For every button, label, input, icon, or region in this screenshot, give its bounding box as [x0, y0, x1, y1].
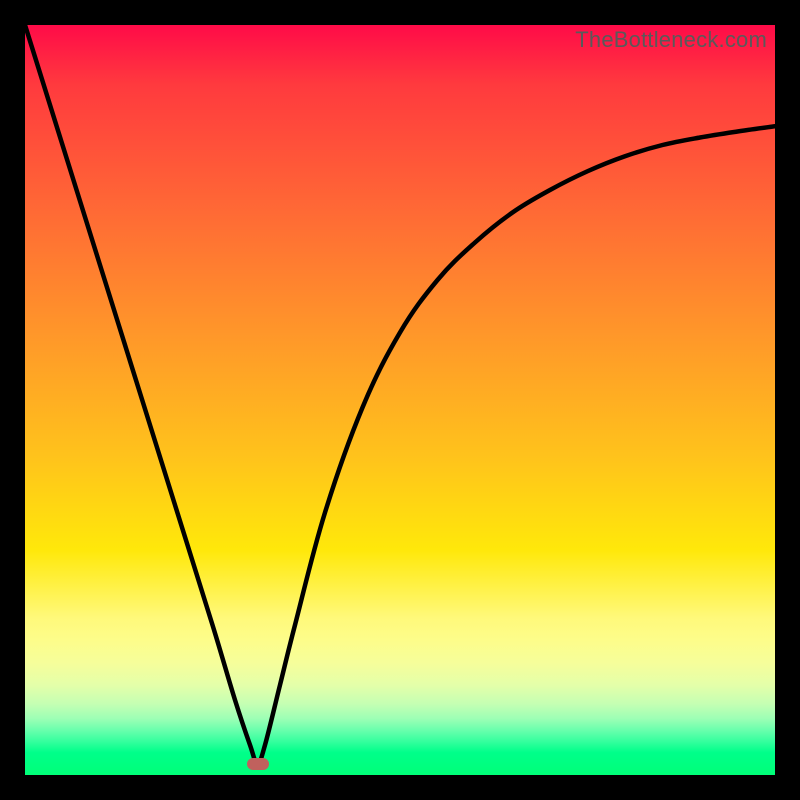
minimum-marker: [247, 758, 269, 770]
plot-area: TheBottleneck.com: [25, 25, 775, 775]
chart-frame: TheBottleneck.com: [0, 0, 800, 800]
bottleneck-curve: [25, 25, 775, 775]
